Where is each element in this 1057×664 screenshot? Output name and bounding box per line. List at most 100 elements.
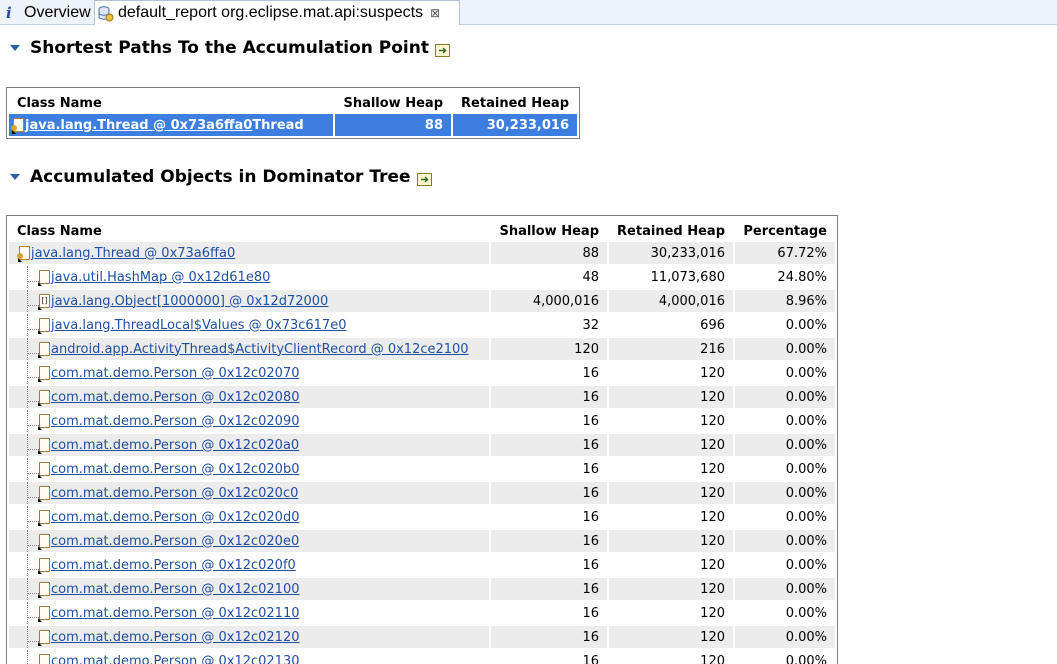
table-row[interactable]: java.lang.Thread @ 0x73a6ffa0 88 30,233,01… xyxy=(9,242,835,264)
retained-heap-cell: 120 xyxy=(609,578,733,600)
table-row[interactable]: com.mat.demo.Person @ 0x12c020f0 16 120 0.0… xyxy=(9,554,835,576)
object-link[interactable]: com.mat.demo.Person @ 0x12c020b0 xyxy=(51,462,299,477)
class-name-cell[interactable]: java.util.HashMap @ 0x12d61e80 xyxy=(9,266,489,288)
retained-heap-cell: 120 xyxy=(609,386,733,408)
object-icon xyxy=(38,582,50,598)
class-name-cell[interactable]: com.mat.demo.Person @ 0x12c020d0 xyxy=(9,506,489,528)
section-dominator-tree-heading[interactable]: Accumulated Objects in Dominator Tree xyxy=(8,167,432,187)
object-link[interactable]: com.mat.demo.Person @ 0x12c02090 xyxy=(51,414,300,429)
class-name-cell[interactable]: com.mat.demo.Person @ 0x12c020a0 xyxy=(9,434,489,456)
object-link[interactable]: com.mat.demo.Person @ 0x12c02070 xyxy=(51,366,300,381)
object-link[interactable]: java.util.HashMap @ 0x12d61e80 xyxy=(51,270,270,285)
table-row[interactable]: com.mat.demo.Person @ 0x12c02120 16 120 0.0… xyxy=(9,626,835,648)
class-name-cell[interactable]: com.mat.demo.Person @ 0x12c02120 xyxy=(9,626,489,648)
class-name-cell[interactable]: java.lang.Thread @ 0x73a6ffa0 Thread xyxy=(9,114,333,136)
class-name-cell[interactable]: com.mat.demo.Person @ 0x12c02090 xyxy=(9,410,489,432)
cell-name-wrap: [] java.lang.Object[1000000] @ 0x12d72000 xyxy=(9,290,481,312)
database-icon xyxy=(98,5,114,21)
class-name-cell[interactable]: com.mat.demo.Person @ 0x12c02100 xyxy=(9,578,489,600)
column-retained-heap[interactable]: Retained Heap xyxy=(453,90,577,112)
object-link[interactable]: java.lang.ThreadLocal$Values @ 0x73c617e… xyxy=(51,318,346,333)
column-retained-heap[interactable]: Retained Heap xyxy=(609,218,733,240)
table-row[interactable]: com.mat.demo.Person @ 0x12c020b0 16 120 0.0… xyxy=(9,458,835,480)
table-row[interactable]: java.lang.Thread @ 0x73a6ffa0 Thread 88 … xyxy=(9,114,577,136)
query-arrow-icon[interactable] xyxy=(434,43,450,57)
column-shallow-heap[interactable]: Shallow Heap xyxy=(491,218,607,240)
table-row[interactable]: com.mat.demo.Person @ 0x12c02130 16 120 0.0… xyxy=(9,650,835,664)
section-shortest-paths-heading[interactable]: Shortest Paths To the Accumulation Point xyxy=(8,38,450,58)
class-name-cell[interactable]: com.mat.demo.Person @ 0x12c02080 xyxy=(9,386,489,408)
shallow-heap-cell: 16 xyxy=(582,413,599,429)
table-row[interactable]: com.mat.demo.Person @ 0x12c02080 16 120 0.0… xyxy=(9,386,835,408)
class-name-cell[interactable]: com.mat.demo.Person @ 0x12c02070 xyxy=(9,362,489,384)
tab-overview-label: Overview xyxy=(24,4,91,21)
object-link[interactable]: java.lang.Thread @ 0x73a6ffa0 xyxy=(31,246,235,261)
shallow-heap-cell: 48 xyxy=(582,269,599,285)
table-row[interactable]: com.mat.demo.Person @ 0x12c020e0 16 120 0.0… xyxy=(9,530,835,552)
object-link[interactable]: com.mat.demo.Person @ 0x12c020d0 xyxy=(51,510,299,525)
shallow-heap-cell: 16 xyxy=(491,434,607,456)
class-name-cell[interactable]: com.mat.demo.Person @ 0x12c020b0 xyxy=(9,458,489,480)
table-row[interactable]: android.app.ActivityThread$ActivityClien… xyxy=(9,338,835,360)
percentage-cell: 0.00% xyxy=(735,626,835,648)
table-row[interactable]: com.mat.demo.Person @ 0x12c02100 16 120 0.0… xyxy=(9,578,835,600)
table-header-row: Class Name Shallow Heap Retained Heap xyxy=(9,90,577,112)
class-name-cell[interactable]: com.mat.demo.Person @ 0x12c02110 xyxy=(9,602,489,624)
class-name-cell[interactable]: com.mat.demo.Person @ 0x12c020c0 xyxy=(9,482,489,504)
collapse-twisty-icon[interactable] xyxy=(10,45,20,51)
table-row[interactable]: com.mat.demo.Person @ 0x12c02070 16 120 0.0… xyxy=(9,362,835,384)
retained-heap-cell: 696 xyxy=(700,317,725,333)
tab-default-report[interactable]: default_report org.eclipse.mat.api:suspe… xyxy=(94,0,460,25)
class-name-cell[interactable]: android.app.ActivityThread$ActivityClien… xyxy=(9,338,489,360)
class-name-cell[interactable]: com.mat.demo.Person @ 0x12c020f0 xyxy=(9,554,489,576)
object-link[interactable]: com.mat.demo.Person @ 0x12c020a0 xyxy=(51,438,299,453)
tree-guide-line xyxy=(27,338,28,360)
cell-name-wrap: com.mat.demo.Person @ 0x12c020a0 xyxy=(9,434,481,456)
table-row[interactable]: [] java.lang.Object[1000000] @ 0x12d72000… xyxy=(9,290,835,312)
object-link[interactable]: com.mat.demo.Person @ 0x12c020f0 xyxy=(51,558,296,573)
retained-heap-cell: 120 xyxy=(609,434,733,456)
object-link[interactable]: com.mat.demo.Person @ 0x12c02120 xyxy=(51,630,300,645)
class-name-cell[interactable]: com.mat.demo.Person @ 0x12c020e0 xyxy=(9,530,489,552)
tree-guide-line xyxy=(27,458,28,480)
column-percentage[interactable]: Percentage xyxy=(735,218,835,240)
table-row[interactable]: java.util.HashMap @ 0x12d61e80 48 11,073,6… xyxy=(9,266,835,288)
percentage-cell: 0.00% xyxy=(735,434,835,456)
table-row[interactable]: com.mat.demo.Person @ 0x12c020a0 16 120 0.0… xyxy=(9,434,835,456)
object-link[interactable]: java.lang.Object[1000000] @ 0x12d72000 xyxy=(51,294,328,309)
object-link[interactable]: android.app.ActivityThread$ActivityClien… xyxy=(51,342,469,357)
retained-heap-cell: 11,073,680 xyxy=(650,269,725,285)
shallow-heap-cell: 16 xyxy=(491,482,607,504)
close-icon[interactable]: ⊠ xyxy=(430,6,440,20)
query-arrow-icon[interactable] xyxy=(416,172,432,186)
object-icon xyxy=(38,558,50,574)
table-row[interactable]: java.lang.ThreadLocal$Values @ 0x73c617e… xyxy=(9,314,835,336)
table-row[interactable]: com.mat.demo.Person @ 0x12c020d0 16 120 0.0… xyxy=(9,506,835,528)
table-row[interactable]: com.mat.demo.Person @ 0x12c02110 16 120 0.0… xyxy=(9,602,835,624)
column-class-name[interactable]: Class Name xyxy=(9,218,489,240)
class-name-cell[interactable]: java.lang.ThreadLocal$Values @ 0x73c617e… xyxy=(9,314,489,336)
object-link[interactable]: com.mat.demo.Person @ 0x12c02130 xyxy=(51,654,300,664)
object-link[interactable]: java.lang.Thread @ 0x73a6ffa0 xyxy=(25,118,252,133)
column-class-name[interactable]: Class Name xyxy=(9,90,333,112)
cell-name-wrap: com.mat.demo.Person @ 0x12c020f0 xyxy=(9,554,481,576)
cell-name-wrap: com.mat.demo.Person @ 0x12c02100 xyxy=(9,578,481,600)
editor-tab-bar: i Overview default_report org.eclipse.ma… xyxy=(0,0,1057,25)
percentage-cell: 0.00% xyxy=(735,386,835,408)
table-row[interactable]: com.mat.demo.Person @ 0x12c020c0 16 120 0.0… xyxy=(9,482,835,504)
object-link[interactable]: com.mat.demo.Person @ 0x12c020c0 xyxy=(51,486,298,501)
collapse-twisty-icon[interactable] xyxy=(10,174,20,180)
object-link[interactable]: com.mat.demo.Person @ 0x12c02110 xyxy=(51,606,300,621)
dominator-tree-table: Class Name Shallow Heap Retained Heap Pe… xyxy=(6,215,838,664)
object-link[interactable]: com.mat.demo.Person @ 0x12c02080 xyxy=(51,390,300,405)
tab-overview[interactable]: i Overview xyxy=(2,1,94,25)
object-link[interactable]: com.mat.demo.Person @ 0x12c02100 xyxy=(51,582,300,597)
object-link[interactable]: com.mat.demo.Person @ 0x12c020e0 xyxy=(51,534,299,549)
class-name-cell[interactable]: java.lang.Thread @ 0x73a6ffa0 xyxy=(9,242,489,264)
shallow-heap-cell: 32 xyxy=(582,317,599,333)
object-icon xyxy=(39,654,50,664)
class-name-cell[interactable]: [] java.lang.Object[1000000] @ 0x12d72000 xyxy=(9,290,489,312)
column-shallow-heap[interactable]: Shallow Heap xyxy=(335,90,451,112)
table-row[interactable]: com.mat.demo.Person @ 0x12c02090 16 120 0.0… xyxy=(9,410,835,432)
class-name-cell[interactable]: com.mat.demo.Person @ 0x12c02130 xyxy=(9,650,489,664)
